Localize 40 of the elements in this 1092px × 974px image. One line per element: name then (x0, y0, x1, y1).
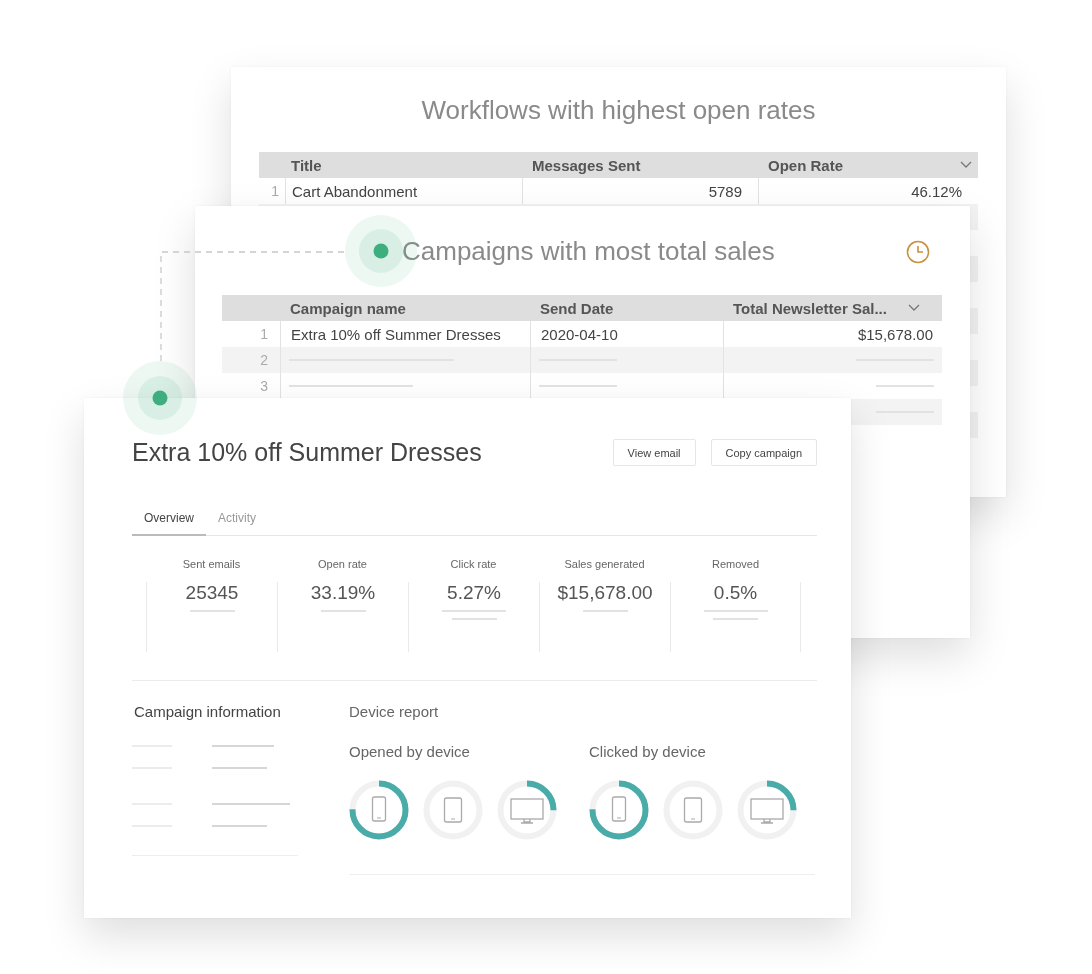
row-number: 1 (259, 325, 269, 344)
column-header[interactable]: Campaign name (290, 299, 406, 317)
tab[interactable]: Activity (206, 511, 269, 536)
phone-icon (611, 796, 627, 822)
tablet-icon (683, 797, 703, 823)
row-number: 1 (270, 182, 280, 201)
stat-value: 33.19% (310, 582, 376, 604)
column-header[interactable]: Open Rate (768, 156, 843, 174)
campaign-title: Extra 10% off Summer Dresses (132, 438, 482, 467)
stat-value: $15,678.00 (557, 582, 653, 604)
action-button[interactable]: View email (612, 439, 696, 466)
action-button[interactable]: Copy campaign (710, 439, 817, 466)
tab[interactable]: Overview (132, 511, 206, 536)
monitor-icon (510, 798, 544, 824)
column-header[interactable]: Title (291, 156, 322, 174)
chart-title: Clicked by device (589, 743, 707, 760)
stat-label: Click rate (449, 558, 498, 570)
stat-label: Removed (710, 558, 761, 570)
chevron-down-icon[interactable] (960, 161, 972, 169)
stat-label: Sent emails (181, 558, 242, 570)
row-number: 2 (259, 351, 269, 370)
monitor-icon (750, 798, 784, 824)
column-header[interactable]: Send Date (540, 299, 614, 317)
section-heading: Campaign information (134, 703, 281, 720)
stat-label: Sales generated (563, 558, 646, 570)
card-title: Workflows with highest open rates (421, 95, 816, 126)
chevron-down-icon[interactable] (908, 304, 920, 312)
row-number: 3 (259, 377, 269, 396)
card-title: Campaigns with most total sales (402, 236, 775, 267)
stat-label: Open rate (317, 558, 368, 570)
tablet-icon (443, 797, 463, 823)
stat-value: 25345 (185, 582, 239, 604)
stat-value: 0.5% (713, 582, 758, 604)
clock-icon[interactable] (906, 239, 930, 264)
chart-title: Opened by device (349, 743, 471, 760)
section-heading: Device report (349, 703, 439, 720)
column-header[interactable]: Total Newsletter Sal... (733, 299, 887, 317)
column-header[interactable]: Messages Sent (532, 156, 641, 174)
phone-icon (371, 796, 387, 822)
stat-value: 5.27% (447, 582, 501, 604)
